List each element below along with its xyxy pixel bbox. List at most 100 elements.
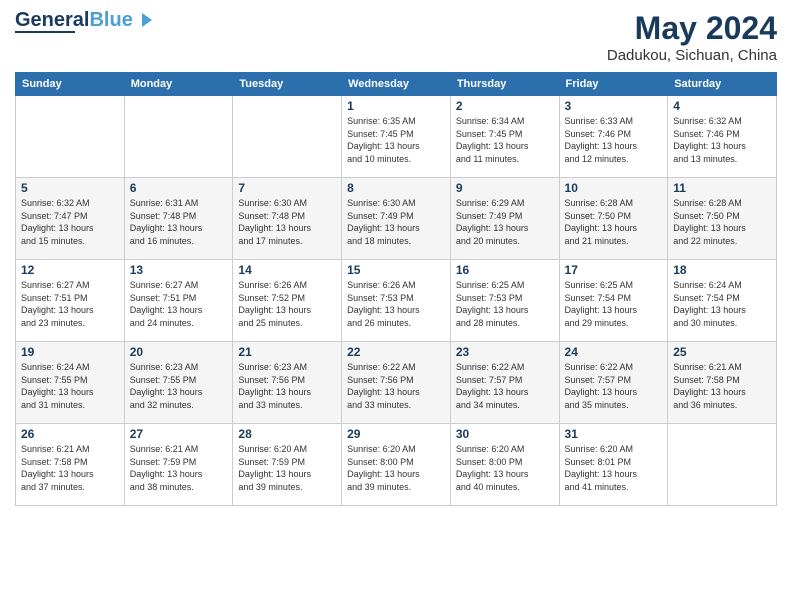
day-number: 1 <box>347 99 445 113</box>
day-info: Sunrise: 6:23 AMSunset: 7:55 PMDaylight:… <box>130 361 228 411</box>
day-number: 13 <box>130 263 228 277</box>
table-cell: 9 Sunrise: 6:29 AMSunset: 7:49 PMDaylight… <box>450 178 559 260</box>
day-info: Sunrise: 6:27 AMSunset: 7:51 PMDaylight:… <box>130 279 228 329</box>
table-cell: 3Sunrise: 6:33 AMSunset: 7:46 PMDaylight… <box>559 96 668 178</box>
table-cell: 19Sunrise: 6:24 AMSunset: 7:55 PMDayligh… <box>16 342 125 424</box>
day-number: 24 <box>565 345 663 359</box>
day-info: Sunrise: 6:22 AMSunset: 7:57 PMDaylight:… <box>565 361 663 411</box>
day-info: Sunrise: 6:22 AMSunset: 7:56 PMDaylight:… <box>347 361 445 411</box>
day-number: 18 <box>673 263 771 277</box>
day-info: Sunrise: 6:24 AMSunset: 7:54 PMDaylight:… <box>673 279 771 329</box>
table-cell <box>668 424 777 506</box>
day-number: 8 <box>347 181 445 195</box>
table-cell: 13 Sunrise: 6:27 AMSunset: 7:51 PMDayligh… <box>124 260 233 342</box>
table-cell: 14 Sunrise: 6:26 AMSunset: 7:52 PMDayligh… <box>233 260 342 342</box>
table-cell: 31 Sunrise: 6:20 AMSunset: 8:01 PMDayligh… <box>559 424 668 506</box>
day-number: 16 <box>456 263 554 277</box>
day-info: Sunrise: 6:20 AMSunset: 8:00 PMDaylight:… <box>347 443 445 493</box>
day-info: Sunrise: 6:25 AMSunset: 7:53 PMDaylight:… <box>456 279 554 329</box>
table-cell: 10 Sunrise: 6:28 AMSunset: 7:50 PMDayligh… <box>559 178 668 260</box>
logo: GeneralBlue <box>15 10 154 33</box>
table-cell: 23Sunrise: 6:22 AMSunset: 7:57 PMDayligh… <box>450 342 559 424</box>
table-cell: 21 Sunrise: 6:23 AMSunset: 7:56 PMDayligh… <box>233 342 342 424</box>
day-number: 22 <box>347 345 445 359</box>
day-info: Sunrise: 6:21 AMSunset: 7:59 PMDaylight:… <box>130 443 228 493</box>
day-info: Sunrise: 6:30 AMSunset: 7:48 PMDaylight:… <box>238 197 336 247</box>
day-number: 4 <box>673 99 771 113</box>
table-cell: 1 Sunrise: 6:35 AMSunset: 7:45 PMDaylight… <box>342 96 451 178</box>
page: GeneralBlue May 2024 Dadukou, Sichuan, C… <box>0 0 792 612</box>
day-number: 3 <box>565 99 663 113</box>
week-row-2: 5Sunrise: 6:32 AMSunset: 7:47 PMDaylight… <box>16 178 777 260</box>
day-info: Sunrise: 6:20 AMSunset: 8:00 PMDaylight:… <box>456 443 554 493</box>
day-info: Sunrise: 6:29 AMSunset: 7:49 PMDaylight:… <box>456 197 554 247</box>
table-cell: 22 Sunrise: 6:22 AMSunset: 7:56 PMDayligh… <box>342 342 451 424</box>
day-info: Sunrise: 6:25 AMSunset: 7:54 PMDaylight:… <box>565 279 663 329</box>
week-row-3: 12 Sunrise: 6:27 AMSunset: 7:51 PMDayligh… <box>16 260 777 342</box>
day-info: Sunrise: 6:35 AMSunset: 7:45 PMDaylight:… <box>347 115 445 165</box>
month-title: May 2024 <box>607 10 777 47</box>
table-cell: 16 Sunrise: 6:25 AMSunset: 7:53 PMDayligh… <box>450 260 559 342</box>
table-cell: 2 Sunrise: 6:34 AMSunset: 7:45 PMDaylight… <box>450 96 559 178</box>
day-info: Sunrise: 6:20 AMSunset: 8:01 PMDaylight:… <box>565 443 663 493</box>
table-cell: 17 Sunrise: 6:25 AMSunset: 7:54 PMDayligh… <box>559 260 668 342</box>
table-cell: 28 Sunrise: 6:20 AMSunset: 7:59 PMDayligh… <box>233 424 342 506</box>
table-cell: 29 Sunrise: 6:20 AMSunset: 8:00 PMDayligh… <box>342 424 451 506</box>
day-info: Sunrise: 6:28 AMSunset: 7:50 PMDaylight:… <box>673 197 771 247</box>
table-cell <box>16 96 125 178</box>
day-info: Sunrise: 6:21 AMSunset: 7:58 PMDaylight:… <box>673 361 771 411</box>
table-cell: 8Sunrise: 6:30 AMSunset: 7:49 PMDaylight… <box>342 178 451 260</box>
day-number: 23 <box>456 345 554 359</box>
table-cell: 15Sunrise: 6:26 AMSunset: 7:53 PMDayligh… <box>342 260 451 342</box>
day-number: 29 <box>347 427 445 441</box>
day-number: 17 <box>565 263 663 277</box>
day-info: Sunrise: 6:21 AMSunset: 7:58 PMDaylight:… <box>21 443 119 493</box>
table-cell: 30 Sunrise: 6:20 AMSunset: 8:00 PMDayligh… <box>450 424 559 506</box>
day-info: Sunrise: 6:32 AMSunset: 7:46 PMDaylight:… <box>673 115 771 165</box>
table-cell: 20 Sunrise: 6:23 AMSunset: 7:55 PMDayligh… <box>124 342 233 424</box>
day-info: Sunrise: 6:31 AMSunset: 7:48 PMDaylight:… <box>130 197 228 247</box>
day-number: 31 <box>565 427 663 441</box>
day-number: 30 <box>456 427 554 441</box>
day-number: 20 <box>130 345 228 359</box>
day-number: 12 <box>21 263 119 277</box>
day-info: Sunrise: 6:27 AMSunset: 7:51 PMDaylight:… <box>21 279 119 329</box>
day-info: Sunrise: 6:28 AMSunset: 7:50 PMDaylight:… <box>565 197 663 247</box>
day-info: Sunrise: 6:26 AMSunset: 7:52 PMDaylight:… <box>238 279 336 329</box>
table-cell <box>124 96 233 178</box>
day-number: 10 <box>565 181 663 195</box>
week-row-5: 26 Sunrise: 6:21 AMSunset: 7:58 PMDayligh… <box>16 424 777 506</box>
table-cell: 5Sunrise: 6:32 AMSunset: 7:47 PMDaylight… <box>16 178 125 260</box>
table-cell: 12 Sunrise: 6:27 AMSunset: 7:51 PMDayligh… <box>16 260 125 342</box>
day-info: Sunrise: 6:23 AMSunset: 7:56 PMDaylight:… <box>238 361 336 411</box>
calendar-table: Sunday Monday Tuesday Wednesday Thursday… <box>15 72 777 506</box>
day-number: 2 <box>456 99 554 113</box>
table-cell: 24 Sunrise: 6:22 AMSunset: 7:57 PMDayligh… <box>559 342 668 424</box>
day-number: 14 <box>238 263 336 277</box>
table-cell: 27 Sunrise: 6:21 AMSunset: 7:59 PMDayligh… <box>124 424 233 506</box>
day-number: 27 <box>130 427 228 441</box>
weekday-header-row: Sunday Monday Tuesday Wednesday Thursday… <box>16 73 777 96</box>
day-number: 19 <box>21 345 119 359</box>
logo-text: GeneralBlue <box>15 10 133 30</box>
logo-icon <box>136 11 154 29</box>
day-number: 15 <box>347 263 445 277</box>
header-friday: Friday <box>559 73 668 96</box>
day-number: 9 <box>456 181 554 195</box>
day-number: 11 <box>673 181 771 195</box>
logo-line <box>15 31 75 33</box>
location-title: Dadukou, Sichuan, China <box>607 47 777 64</box>
day-number: 28 <box>238 427 336 441</box>
day-info: Sunrise: 6:20 AMSunset: 7:59 PMDaylight:… <box>238 443 336 493</box>
day-number: 21 <box>238 345 336 359</box>
header-tuesday: Tuesday <box>233 73 342 96</box>
week-row-1: 1 Sunrise: 6:35 AMSunset: 7:45 PMDaylight… <box>16 96 777 178</box>
day-info: Sunrise: 6:32 AMSunset: 7:47 PMDaylight:… <box>21 197 119 247</box>
header-thursday: Thursday <box>450 73 559 96</box>
day-number: 26 <box>21 427 119 441</box>
title-area: May 2024 Dadukou, Sichuan, China <box>607 10 777 64</box>
table-cell: 26 Sunrise: 6:21 AMSunset: 7:58 PMDayligh… <box>16 424 125 506</box>
table-cell: 7Sunrise: 6:30 AMSunset: 7:48 PMDaylight… <box>233 178 342 260</box>
day-info: Sunrise: 6:34 AMSunset: 7:45 PMDaylight:… <box>456 115 554 165</box>
header-saturday: Saturday <box>668 73 777 96</box>
